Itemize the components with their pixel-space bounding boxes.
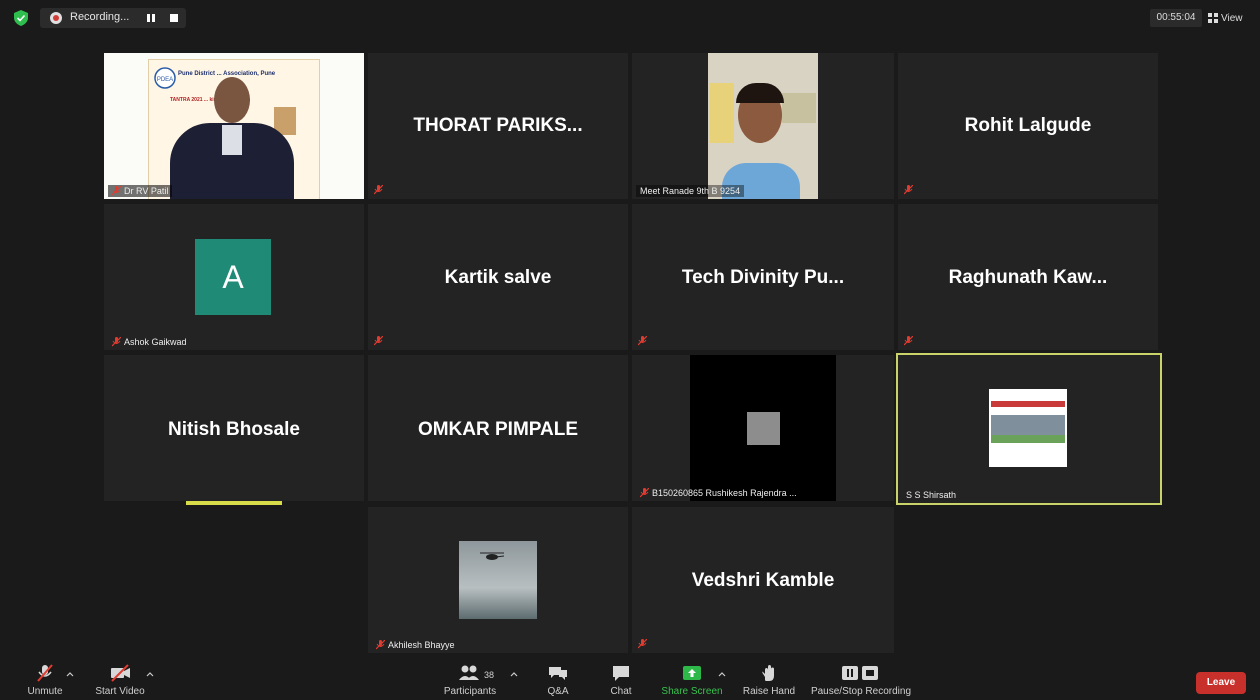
- video-placeholder-square: [747, 412, 780, 445]
- pause-stop-recording-button[interactable]: Pause/Stop Recording: [808, 664, 914, 697]
- video-tile-tech-divinity[interactable]: Tech Divinity Pu...: [632, 204, 894, 350]
- participant-label: B150260865 Rushikesh Rajendra ...: [636, 487, 801, 499]
- grid-view-icon: [1208, 13, 1218, 23]
- participants-button[interactable]: Participants: [440, 664, 500, 697]
- mic-muted-icon: [638, 639, 647, 649]
- mic-muted-icon: [904, 336, 913, 346]
- participant-display-name: OMKAR PIMPALE: [417, 419, 579, 440]
- participant-name: B150260865 Rushikesh Rajendra ...: [652, 488, 797, 498]
- pause-recording-icon[interactable]: [146, 13, 156, 23]
- participant-label: S S Shirsath: [902, 489, 960, 501]
- video-tile-meet-ranade[interactable]: Meet Ranade 9th B 9254: [632, 53, 894, 199]
- pdea-logo-icon: PDEA: [154, 67, 176, 89]
- participant-display-name: Nitish Bhosale: [168, 419, 300, 440]
- profile-picture-building: [991, 415, 1065, 435]
- unmute-button[interactable]: Unmute: [22, 664, 68, 697]
- share-screen-button[interactable]: Share Screen: [660, 664, 724, 697]
- participant-name: Dr RV Patil: [124, 186, 169, 196]
- video-tile-nitish-bhosale[interactable]: Nitish Bhosale: [104, 355, 364, 501]
- video-tile-rushikesh-rajendra[interactable]: B150260865 Rushikesh Rajendra ...: [632, 355, 894, 501]
- participant-label: Ashok Gaikwad: [108, 336, 191, 348]
- share-screen-label: Share Screen: [661, 686, 723, 697]
- participant-label: Meet Ranade 9th B 9254: [636, 185, 745, 197]
- video-tile-kartik-salve[interactable]: Kartik salve: [368, 204, 628, 350]
- mic-muted-icon: [374, 336, 383, 346]
- recording-label: Recording...: [70, 11, 130, 23]
- top-bar: Recording... 00:55:04 View: [0, 0, 1260, 36]
- svg-text:PDEA: PDEA: [157, 77, 173, 83]
- participant-name: S S Shirsath: [906, 490, 957, 500]
- mic-muted-icon: [638, 336, 647, 346]
- share-screen-icon: [683, 666, 701, 680]
- meeting-timer: 00:55:04: [1150, 9, 1202, 27]
- mic-muted-icon: [640, 488, 649, 498]
- security-shield-icon[interactable]: [14, 10, 28, 26]
- participant-name: Akhilesh Bhayye: [388, 640, 455, 650]
- mic-muted-icon: [904, 185, 913, 195]
- profile-picture-lawn: [991, 435, 1065, 443]
- participant-label: Dr RV Patil: [108, 185, 173, 197]
- start-video-button[interactable]: Start Video: [92, 664, 148, 697]
- video-tile-raghunath-kaw[interactable]: Raghunath Kaw...: [898, 204, 1158, 350]
- raise-hand-label: Raise Hand: [742, 686, 796, 697]
- mic-muted-icon: [112, 186, 121, 196]
- participants-options-chevron-icon[interactable]: [510, 672, 518, 677]
- mic-muted-icon: [376, 640, 385, 650]
- start-video-label: Start Video: [95, 686, 145, 697]
- participant-display-name: Kartik salve: [444, 267, 552, 288]
- video-tile-thorat-pariks[interactable]: THORAT PARIKS...: [368, 53, 628, 199]
- qa-button[interactable]: Q&A: [540, 664, 576, 697]
- stop-recording-icon[interactable]: [170, 14, 178, 22]
- meeting-toolbar: Unmute Start Video Participants 38 Q&A C…: [0, 660, 1260, 700]
- video-tile-vedshri-kamble[interactable]: Vedshri Kamble: [632, 507, 894, 653]
- document-heading: Pune District ... Association, Pune: [178, 71, 276, 77]
- mic-muted-icon: [37, 664, 53, 682]
- helicopter-icon: [480, 552, 505, 560]
- presenter-collar: [222, 125, 242, 155]
- video-tile-akhilesh-bhayye[interactable]: Akhilesh Bhayye: [368, 507, 628, 653]
- background-wall-poster: [710, 83, 734, 143]
- video-tile-s-s-shirsath[interactable]: S S Shirsath: [896, 353, 1162, 505]
- chat-icon: [613, 666, 629, 681]
- audio-options-chevron-icon[interactable]: [66, 672, 74, 677]
- participant-display-name: Raghunath Kaw...: [948, 267, 1108, 288]
- participant-label: Akhilesh Bhayye: [372, 639, 459, 651]
- participant-display-name: Vedshri Kamble: [691, 570, 835, 591]
- leave-button[interactable]: Leave: [1196, 672, 1246, 694]
- participants-count: 38: [484, 670, 495, 680]
- video-options-chevron-icon[interactable]: [146, 672, 154, 677]
- raise-hand-button[interactable]: Raise Hand: [740, 664, 798, 697]
- cloud-recording-icon: [50, 12, 62, 24]
- raise-hand-icon: [762, 665, 774, 681]
- participants-label: Participants: [443, 686, 497, 697]
- participant-name: Ashok Gaikwad: [124, 337, 187, 347]
- participants-icon: [459, 665, 479, 680]
- pause-stop-recording-label: Pause/Stop Recording: [810, 686, 912, 697]
- mic-muted-icon: [374, 185, 383, 195]
- participant-name: Meet Ranade 9th B 9254: [640, 186, 741, 196]
- video-tile-dr-rv-patil[interactable]: PDEA Pune District ... Association, Pune…: [104, 53, 364, 199]
- mic-muted-icon: [112, 337, 121, 347]
- pause-stop-recording-icon: [842, 666, 878, 680]
- share-options-chevron-icon[interactable]: [718, 672, 726, 677]
- avatar: A: [195, 239, 271, 315]
- video-tile-ashok-gaikwad[interactable]: A Ashok Gaikwad: [104, 204, 364, 350]
- video-tile-omkar-pimpale[interactable]: OMKAR PIMPALE: [368, 355, 628, 501]
- participant-display-name: THORAT PARIKS...: [413, 115, 583, 136]
- speaking-indicator-bar: [186, 501, 282, 505]
- unmute-label: Unmute: [27, 686, 63, 697]
- participant-display-name: Tech Divinity Pu...: [681, 267, 845, 288]
- presenter-head: [214, 77, 250, 123]
- video-off-icon: [111, 664, 130, 682]
- video-tile-rohit-lalgude[interactable]: Rohit Lalgude: [898, 53, 1158, 199]
- view-button[interactable]: View: [1208, 10, 1243, 26]
- qa-icon: [549, 667, 567, 680]
- chat-button[interactable]: Chat: [604, 664, 638, 697]
- profile-picture-banner: [991, 401, 1065, 407]
- participant-display-name: Rohit Lalgude: [964, 115, 1092, 136]
- chat-label: Chat: [610, 686, 632, 697]
- background-window: [782, 93, 816, 123]
- view-label: View: [1221, 12, 1243, 24]
- qa-label: Q&A: [547, 686, 569, 697]
